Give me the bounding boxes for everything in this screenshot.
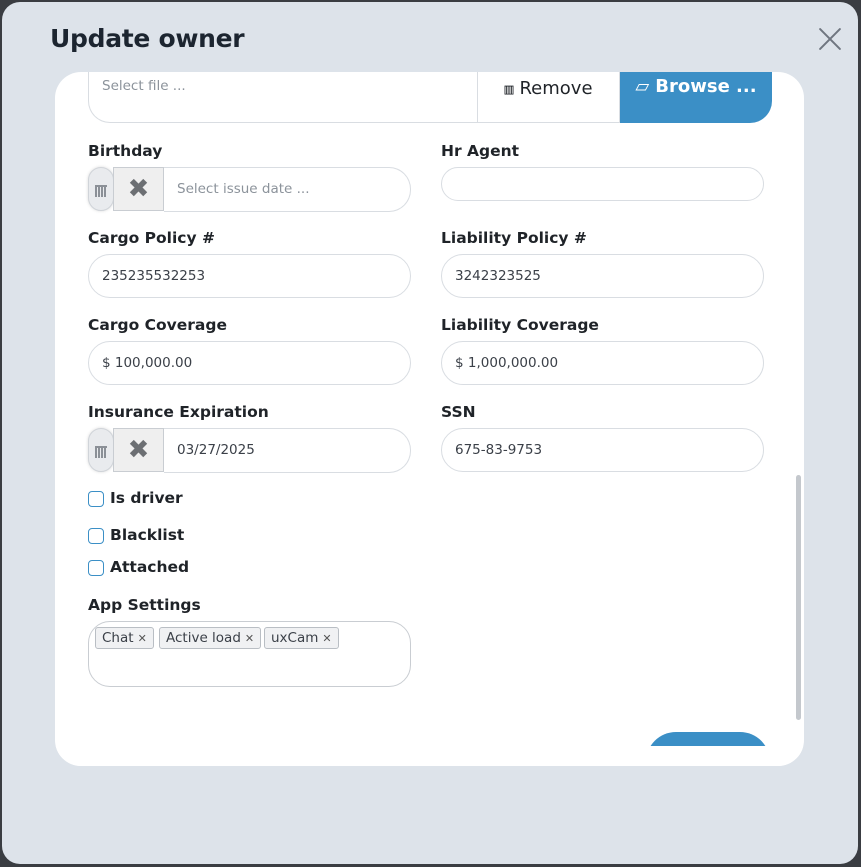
remove-label: Remove bbox=[519, 78, 593, 99]
tag-chat: Chat ✕ bbox=[95, 627, 154, 649]
birthday-input[interactable]: Select issue date ... bbox=[164, 167, 411, 212]
hr-agent-field[interactable] bbox=[441, 167, 764, 201]
tag-remove-icon[interactable]: ✕ bbox=[245, 632, 254, 645]
calendar-button[interactable] bbox=[88, 428, 114, 472]
app-settings-label: App Settings bbox=[88, 596, 201, 614]
attached-label[interactable]: Attached bbox=[110, 558, 189, 576]
app-settings-multiselect[interactable]: Chat ✕ Active load ✕ uxCam ✕ bbox=[88, 621, 411, 687]
update-owner-modal: Update owner Select file ... ▥ Remove ▱ Br… bbox=[2, 2, 858, 864]
insurance-expiration-label: Insurance Expiration bbox=[88, 403, 269, 421]
scrollbar-thumb[interactable] bbox=[796, 475, 801, 720]
tag-uxcam: uxCam ✕ bbox=[264, 627, 339, 649]
remove-file-button[interactable]: ▥ Remove bbox=[477, 72, 620, 123]
tag-label: Chat bbox=[102, 630, 134, 646]
hr-agent-label: Hr Agent bbox=[441, 142, 520, 160]
liability-policy-field[interactable]: 3242323525 bbox=[441, 254, 764, 298]
tag-remove-icon[interactable]: ✕ bbox=[138, 632, 147, 645]
liability-policy-label: Liability Policy # bbox=[441, 229, 587, 247]
form-panel[interactable]: Select file ... ▥ Remove ▱ Browse ... Birt… bbox=[55, 72, 804, 766]
browse-button[interactable]: ▱ Browse ... bbox=[620, 72, 772, 123]
tag-label: Active load bbox=[166, 630, 241, 646]
tag-label: uxCam bbox=[271, 630, 319, 646]
ssn-label: SSN bbox=[441, 403, 476, 421]
liability-coverage-label: Liability Coverage bbox=[441, 316, 599, 334]
cargo-coverage-field[interactable]: $ 100,000.00 bbox=[88, 341, 411, 385]
folder-open-icon: ▱ bbox=[635, 76, 650, 97]
browse-label: Browse ... bbox=[655, 76, 757, 97]
panel-footer-spacer bbox=[55, 746, 804, 766]
remove-icon: ▥ bbox=[504, 80, 514, 98]
tag-active-load: Active load ✕ bbox=[159, 627, 262, 649]
form-scroll-area: Select file ... ▥ Remove ▱ Browse ... Birt… bbox=[55, 72, 804, 766]
calendar-icon bbox=[95, 185, 107, 197]
modal-title: Update owner bbox=[50, 24, 245, 53]
insurance-expiration-input[interactable]: 03/27/2025 bbox=[164, 428, 411, 473]
is-driver-label[interactable]: Is driver bbox=[110, 489, 183, 507]
ssn-field[interactable]: 675-83-9753 bbox=[441, 428, 764, 472]
calendar-icon bbox=[95, 446, 107, 458]
attached-checkbox[interactable] bbox=[88, 560, 104, 576]
cargo-policy-field[interactable]: 235235532253 bbox=[88, 254, 411, 298]
insurance-expiration-date-picker: ✖ 03/27/2025 bbox=[88, 428, 411, 474]
file-input[interactable]: Select file ... bbox=[88, 72, 478, 123]
birthday-date-picker: ✖ Select issue date ... bbox=[88, 167, 411, 213]
birthday-label: Birthday bbox=[88, 142, 163, 160]
close-icon[interactable] bbox=[817, 26, 843, 52]
file-upload-row: Select file ... ▥ Remove ▱ Browse ... bbox=[88, 72, 772, 124]
clear-x-icon[interactable]: ✖ bbox=[113, 167, 164, 211]
calendar-button[interactable] bbox=[88, 167, 114, 211]
is-driver-checkbox[interactable] bbox=[88, 491, 104, 507]
cargo-coverage-label: Cargo Coverage bbox=[88, 316, 227, 334]
liability-coverage-field[interactable]: $ 1,000,000.00 bbox=[441, 341, 764, 385]
blacklist-checkbox[interactable] bbox=[88, 528, 104, 544]
tag-remove-icon[interactable]: ✕ bbox=[322, 632, 331, 645]
cargo-policy-label: Cargo Policy # bbox=[88, 229, 215, 247]
clear-x-icon[interactable]: ✖ bbox=[113, 428, 164, 472]
blacklist-label[interactable]: Blacklist bbox=[110, 526, 184, 544]
